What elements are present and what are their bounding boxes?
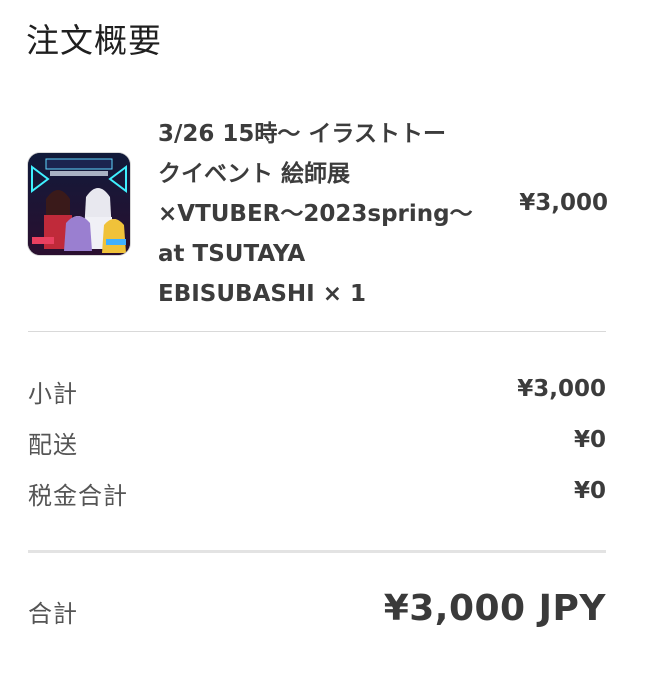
product-name: 3/26 15時〜 イラストトー クイベント 絵師展 ×VTUBER〜2023s… — [158, 114, 488, 314]
subtotal-label: 小計 — [28, 380, 78, 408]
total-value: ¥3,000 JPY — [383, 588, 606, 629]
product-name-line: ×VTUBER〜2023spring〜 — [158, 201, 473, 227]
product-name-line: EBISUBASHI × 1 — [158, 281, 367, 307]
product-name-line: at TSUTAYA — [158, 241, 306, 267]
event-poster-image — [28, 153, 130, 255]
page-title: 注文概要 — [26, 21, 162, 60]
subtotal-value: ¥3,000 — [517, 376, 606, 402]
shipping-label: 配送 — [28, 431, 78, 459]
product-price: ¥3,000 — [519, 190, 608, 216]
product-name-line: クイベント 絵師展 — [158, 161, 351, 187]
subtotal-row: 小計 ¥3,000 — [28, 374, 606, 410]
product-name-line: 3/26 15時〜 イラストトー — [158, 121, 446, 147]
order-line-item: 3/26 15時〜 イラストトー クイベント 絵師展 ×VTUBER〜2023s… — [28, 108, 608, 308]
tax-value: ¥0 — [573, 478, 606, 504]
tax-label: 税金合計 — [28, 482, 128, 510]
product-thumbnail — [28, 153, 130, 255]
total-label: 合計 — [28, 600, 78, 628]
shipping-row: 配送 ¥0 — [28, 425, 606, 461]
tax-row: 税金合計 ¥0 — [28, 476, 606, 512]
shipping-value: ¥0 — [573, 427, 606, 453]
divider — [28, 331, 606, 332]
divider — [28, 550, 606, 553]
